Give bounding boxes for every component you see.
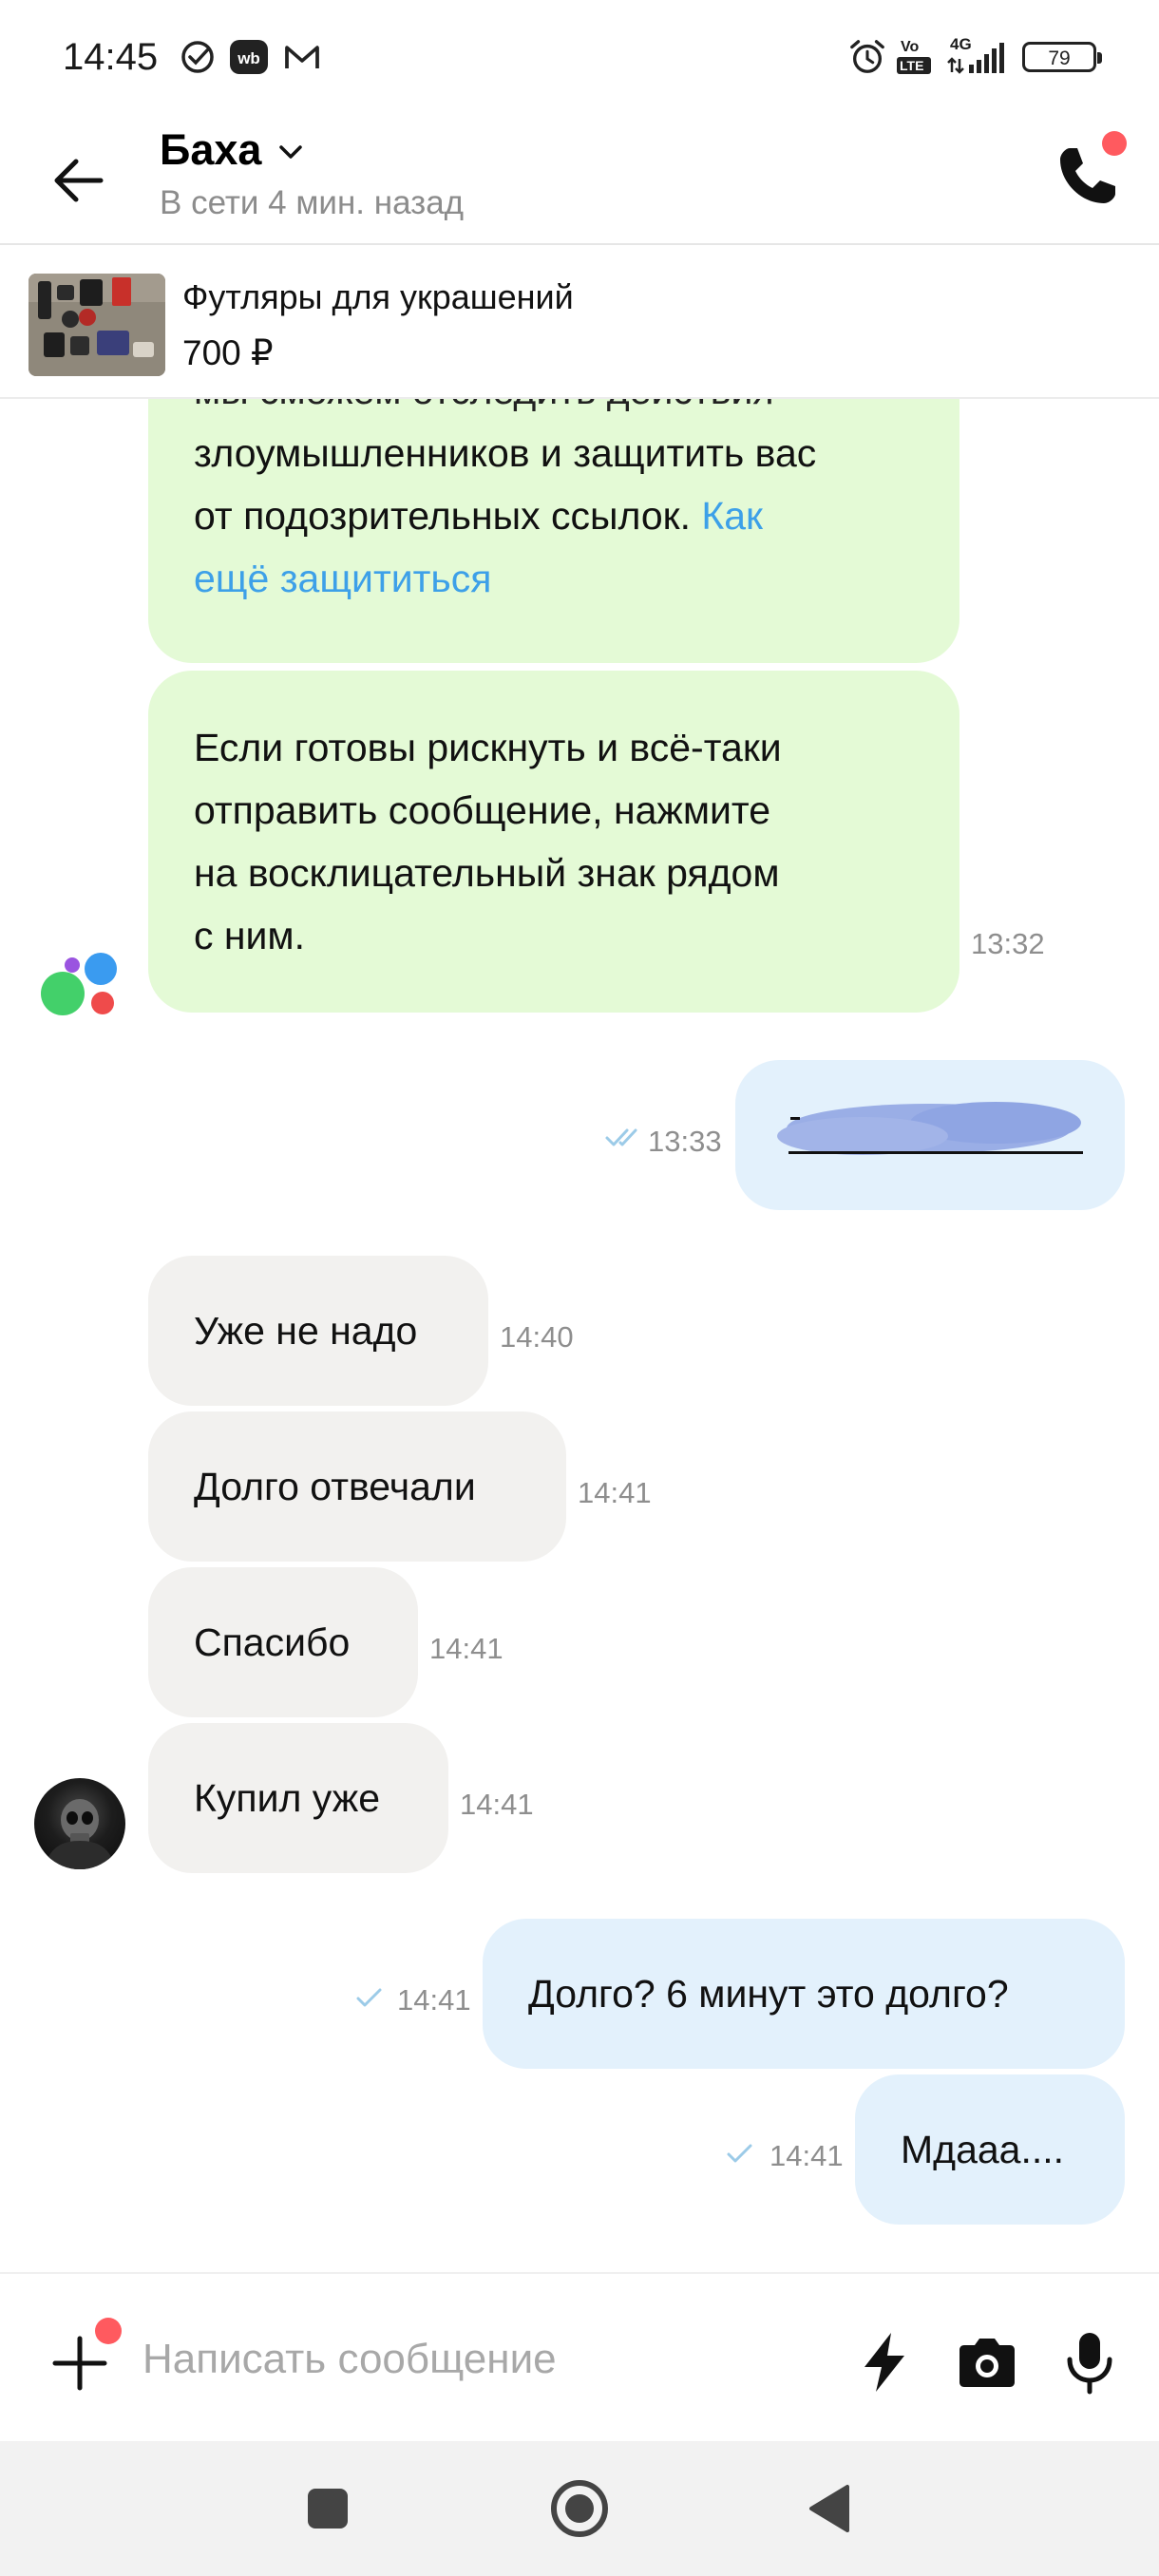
product-card[interactable]: Футляры для украшений 700 ₽ xyxy=(0,247,1159,399)
product-photo xyxy=(28,274,165,376)
message-time: 14:41 xyxy=(578,1476,652,1509)
message-bubble: мы сможем отследить действия злоумышленн… xyxy=(148,399,960,663)
message-bubble: Мдааа.... xyxy=(855,2074,1125,2225)
message-time: 14:41 xyxy=(770,2139,844,2172)
wb-icon: wb xyxy=(230,40,268,74)
status-bar: 14:45 wb Vo LTE 4G 79 xyxy=(0,0,1159,114)
message-bubble: Если готовы рискнуть и всё-таки отправит… xyxy=(148,671,960,1013)
home-icon[interactable] xyxy=(546,2475,613,2542)
message-text: от подозрительных ссылок. xyxy=(194,494,702,538)
message-time: 14:41 xyxy=(460,1788,534,1821)
user-avatar[interactable] xyxy=(34,1778,125,1869)
message-text: мы сможем отследить действия xyxy=(194,399,914,422)
message-input[interactable] xyxy=(142,2321,826,2397)
message-text: Мдааа.... xyxy=(901,2128,1065,2171)
message-text: на восклицательный знак рядом xyxy=(194,851,780,895)
message-bubble: Долго? 6 минут это долго? xyxy=(483,1919,1125,2069)
message-text: Если готовы рискнуть и всё-таки xyxy=(194,726,782,769)
message-text: Долго? 6 минут это долго? xyxy=(528,1972,1009,2016)
message-text: Долго отвечали xyxy=(194,1465,476,1508)
volte-icon: Vo LTE xyxy=(897,38,931,76)
message-list[interactable]: мы сможем отследить действия злоумышленн… xyxy=(0,399,1159,2270)
message-time: 14:40 xyxy=(500,1320,574,1354)
plus-icon[interactable] xyxy=(51,2335,108,2392)
message-time: 14:41 xyxy=(397,1983,471,2017)
check-icon xyxy=(356,1988,382,2007)
back-arrow-icon[interactable] xyxy=(49,152,106,209)
status-time: 14:45 xyxy=(63,36,159,78)
recent-apps-icon[interactable] xyxy=(294,2475,361,2542)
back-icon[interactable] xyxy=(798,2475,864,2542)
chevron-down-icon[interactable] xyxy=(276,137,306,167)
signal-icon xyxy=(947,43,1004,74)
message-composer xyxy=(0,2272,1159,2441)
message-bubble: Долго отвечали xyxy=(148,1411,566,1562)
protection-link[interactable]: Как xyxy=(701,494,763,538)
check-icon xyxy=(727,2144,752,2163)
message-text: Спасибо xyxy=(194,1620,351,1664)
message-bubble: Купил уже xyxy=(148,1723,448,1873)
message-time: 14:41 xyxy=(429,1632,504,1665)
alarm-icon xyxy=(850,40,884,73)
contact-status: В сети 4 мин. назад xyxy=(160,184,465,221)
message-time: 13:33 xyxy=(648,1125,722,1158)
message-text: злоумышленников и защитить вас xyxy=(194,431,817,475)
skull-avatar-image xyxy=(44,1799,116,1869)
battery-icon: 79 xyxy=(1022,42,1102,72)
product-title[interactable]: Футляры для украшений xyxy=(182,277,574,317)
message-text: отправить сообщение, нажмите xyxy=(194,788,771,832)
message-bubble xyxy=(735,1060,1125,1210)
double-check-icon xyxy=(605,1128,637,1146)
call-notification-dot xyxy=(1102,131,1127,156)
svg-text:wb: wb xyxy=(237,49,260,67)
message-time: 13:32 xyxy=(971,927,1045,960)
message-bubble: Уже не надо xyxy=(148,1256,488,1406)
message-text: с ним. xyxy=(194,914,306,957)
microphone-icon[interactable] xyxy=(1056,2329,1123,2396)
camera-icon[interactable] xyxy=(954,2329,1020,2396)
contact-name[interactable]: Баха xyxy=(160,125,261,175)
chat-header: Баха В сети 4 мин. назад xyxy=(0,114,1159,245)
product-price: 700 ₽ xyxy=(182,333,274,372)
redacted-content xyxy=(777,1102,1083,1155)
avito-support-avatar xyxy=(41,953,117,1015)
system-navigation-bar xyxy=(0,2441,1159,2576)
product-image[interactable] xyxy=(28,274,165,376)
gmail-icon xyxy=(285,46,319,68)
message-text: Уже не надо xyxy=(194,1309,418,1353)
message-text: Купил уже xyxy=(194,1776,380,1820)
attach-notification-dot xyxy=(95,2318,122,2344)
protection-link[interactable]: ещё защититься xyxy=(194,547,914,610)
lightning-icon[interactable] xyxy=(851,2329,918,2396)
message-bubble: Спасибо xyxy=(148,1567,418,1717)
check-circle-icon xyxy=(181,41,214,73)
